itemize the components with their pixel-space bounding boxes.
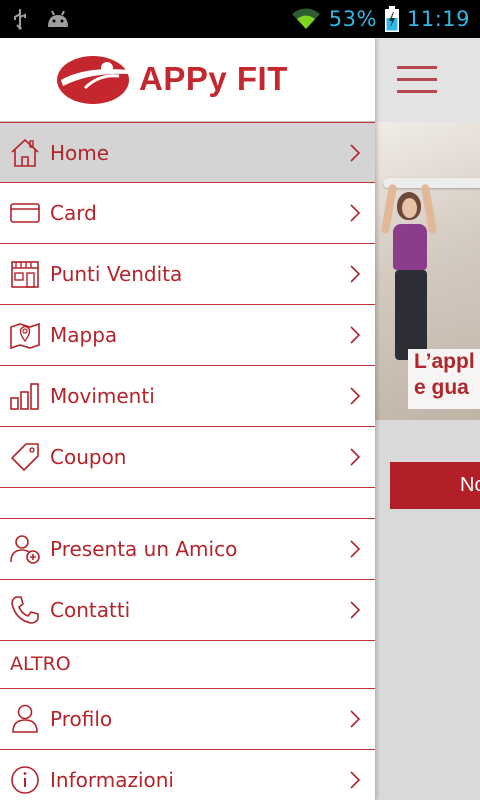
chevron-right-icon <box>350 387 361 405</box>
user-icon <box>12 704 38 733</box>
info-icon <box>11 766 39 794</box>
menu-item-label: Contatti <box>50 598 131 622</box>
menu-item-label: Presenta un Amico <box>50 537 238 561</box>
menu-item-punti-vendita[interactable]: Punti Vendita <box>0 244 375 305</box>
hamburger-menu-icon[interactable] <box>397 66 437 94</box>
background-screen: L’appl e gua No <box>375 38 480 800</box>
chevron-right-icon <box>350 204 361 222</box>
menu-item-coupon[interactable]: Coupon <box>0 427 375 488</box>
card-icon <box>10 203 40 223</box>
add-user-icon <box>10 535 40 564</box>
menu-item-profilo[interactable]: Profilo <box>0 689 375 750</box>
hero-caption-line2: e gua <box>414 376 469 399</box>
chevron-right-icon <box>350 448 361 466</box>
menu-divider <box>0 488 375 519</box>
menu-item-label: Card <box>50 201 97 225</box>
chevron-right-icon <box>350 710 361 728</box>
wifi-icon <box>291 8 320 29</box>
menu-item-card[interactable]: Card <box>0 183 375 244</box>
logo-emblem-icon <box>57 56 129 104</box>
tag-icon <box>11 443 39 471</box>
battery-charging-icon <box>384 6 399 32</box>
menu-item-home[interactable]: Home <box>0 122 375 183</box>
chevron-right-icon <box>350 326 361 344</box>
logo-text: APPy FIT <box>139 60 288 97</box>
menu-item-label: Movimenti <box>50 384 155 408</box>
drawer-header: APPy FIT <box>0 38 375 122</box>
chevron-right-icon <box>350 265 361 283</box>
chevron-right-icon <box>350 144 361 162</box>
usb-icon <box>14 9 26 30</box>
app-logo: APPy FIT <box>55 52 288 106</box>
menu-item-label: Punti Vendita <box>50 262 183 286</box>
chevron-right-icon <box>350 771 361 789</box>
chevron-right-icon <box>350 540 361 558</box>
menu-item-informazioni[interactable]: Informazioni <box>0 750 375 800</box>
hero-caption-line1: L’appl <box>414 350 475 373</box>
menu-item-label: Mappa <box>50 323 118 347</box>
background-action-button[interactable]: No <box>390 462 480 509</box>
menu-item-presenta-un-amico[interactable]: Presenta un Amico <box>0 519 375 580</box>
clock: 11:19 <box>406 7 470 31</box>
section-header-label: ALTRO <box>10 653 71 675</box>
chevron-right-icon <box>350 601 361 619</box>
status-bar: 53% 11:19 <box>0 0 480 38</box>
phone-icon <box>11 596 39 624</box>
drawer-menu: Home Card Punti Vendita Mappa Movimenti … <box>0 122 375 800</box>
menu-item-label: Informazioni <box>50 768 174 792</box>
menu-item-label: Coupon <box>50 445 127 469</box>
menu-item-label: Home <box>50 140 110 165</box>
menu-item-contatti[interactable]: Contatti <box>0 580 375 641</box>
section-header-altro: ALTRO <box>0 641 375 689</box>
bar-chart-icon <box>10 383 39 410</box>
hero-caption: L’appl e gua <box>408 349 480 409</box>
menu-item-mappa[interactable]: Mappa <box>0 305 375 366</box>
store-icon <box>11 261 39 288</box>
home-icon <box>11 138 39 167</box>
menu-item-label: Profilo <box>50 707 113 731</box>
navigation-drawer: APPy FIT Home Card Punti Vendita Mappa M… <box>0 38 375 800</box>
battery-percent: 53% <box>328 7 377 31</box>
android-debug-icon <box>48 10 68 27</box>
map-icon <box>10 322 40 350</box>
hero-banner: L’appl e gua <box>375 122 480 420</box>
menu-item-movimenti[interactable]: Movimenti <box>0 366 375 427</box>
background-header <box>375 38 480 122</box>
